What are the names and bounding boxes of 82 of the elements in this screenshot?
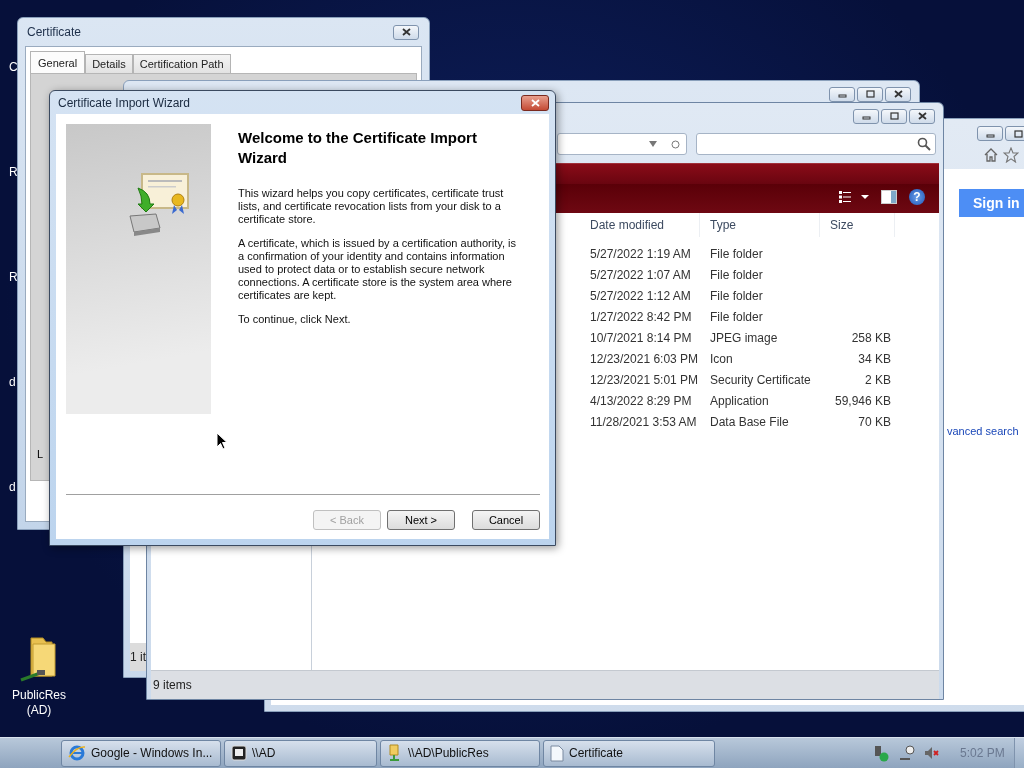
- close-button[interactable]: [885, 86, 911, 102]
- tab[interactable]: Details: [85, 54, 133, 73]
- wizard-paragraph: To continue, click Next.: [238, 313, 352, 326]
- preview-pane-icon[interactable]: [881, 189, 897, 204]
- maximize-icon: [887, 111, 901, 121]
- view-list-icon[interactable]: [839, 190, 869, 203]
- wizard-paragraph: This wizard helps you copy certificates, certificate trust lists, and certificate revocation lists from your disk to a certificate store.: [238, 187, 505, 226]
- refresh-icon[interactable]: [671, 139, 680, 149]
- date-cell-text: 12/23/2021 5:01 PM: [589, 372, 700, 387]
- tab[interactable]: General: [30, 51, 86, 73]
- size-cell-text: 2 KB: [864, 372, 892, 387]
- column-header[interactable]: Size: [820, 213, 895, 237]
- dropdown-arrow-icon[interactable]: [649, 141, 657, 147]
- address-bar[interactable]: [557, 133, 687, 155]
- desktop-icon-label: R: [9, 165, 18, 179]
- date-cell-text: 4/13/2022 8:29 PM: [589, 393, 693, 408]
- wizard-paragraph: A certificate, which is issued by a certification authority, is a confirmation of your identity and contains information used to protect data or to establish secure network connections. A certificate store is the system area where certificates are kept.: [238, 237, 517, 302]
- date-cell-text: 12/23/2021 6:03 PM: [589, 351, 700, 366]
- minimize-button[interactable]: [977, 126, 1003, 141]
- panel-text: L: [37, 448, 44, 460]
- window-title: Certificate: [27, 25, 82, 39]
- type-cell-text: File folder: [709, 246, 764, 261]
- type-cell-text: Security Certificate: [709, 372, 812, 387]
- taskbar-button[interactable]: Google - Windows In...: [61, 739, 221, 767]
- date-cell-text: 1/27/2022 8:42 PM: [589, 309, 693, 324]
- home-icon[interactable]: [983, 147, 999, 163]
- minimize-button[interactable]: [853, 108, 879, 124]
- date-cell-text: 5/27/2022 1:12 AM: [589, 288, 692, 303]
- wizard-heading: Welcome to the Certificate Import Wizard: [238, 128, 478, 168]
- close-button[interactable]: [393, 24, 419, 40]
- tab[interactable]: Certification Path: [132, 54, 231, 73]
- date-cell-text: 5/27/2022 1:19 AM: [589, 246, 692, 261]
- maximize-icon: [1011, 128, 1024, 139]
- desktop-icon-label: d: [9, 375, 16, 389]
- close-button[interactable]: [909, 108, 935, 124]
- taskbar-button[interactable]: \\AD\PublicRes: [380, 739, 540, 767]
- type-cell-text: File folder: [709, 288, 764, 303]
- help-button[interactable]: ?: [909, 188, 925, 205]
- type-cell-text: Icon: [709, 351, 734, 366]
- desktop-icon-label: d: [9, 480, 16, 494]
- cursor-icon: [216, 432, 228, 450]
- close-button[interactable]: [521, 94, 549, 111]
- type-cell-text: Data Base File: [709, 414, 790, 429]
- advanced-search-link[interactable]: vanced search: [947, 425, 1024, 437]
- size-cell-text: 70 KB: [857, 414, 892, 429]
- type-cell-text: JPEG image: [709, 330, 779, 345]
- item-count: 1 it: [130, 650, 146, 664]
- date-cell-text: 11/28/2021 3:53 AM: [589, 414, 698, 429]
- connection-icon[interactable]: [898, 744, 916, 762]
- minimize-button[interactable]: [829, 86, 855, 102]
- size-cell-text: 34 KB: [857, 351, 892, 366]
- column-header[interactable]: Type: [700, 213, 820, 237]
- size-cell-text: 59,946 KB: [833, 393, 892, 408]
- taskbar-button[interactable]: Certificate: [543, 739, 715, 767]
- wizard-button[interactable]: Next >: [387, 510, 455, 530]
- maximize-button[interactable]: [1005, 126, 1024, 141]
- show-desktop-button[interactable]: [1014, 737, 1024, 768]
- maximize-button[interactable]: [857, 86, 883, 102]
- window-title: Certificate Import Wizard: [58, 95, 191, 110]
- date-cell-text: 10/7/2021 8:14 PM: [589, 330, 693, 345]
- column-header[interactable]: Date modified: [580, 213, 700, 237]
- muted-speaker-icon[interactable]: [924, 746, 940, 760]
- desktop-icon-label[interactable]: PublicRes (AD): [9, 688, 69, 718]
- maximize-icon: [863, 89, 877, 99]
- wizard-button[interactable]: Cancel: [472, 510, 540, 530]
- browser-icon: [68, 744, 86, 762]
- maximize-button[interactable]: [881, 108, 907, 124]
- type-cell-text: File folder: [709, 309, 764, 324]
- type-cell-text: Application: [709, 393, 770, 408]
- taskbar-button[interactable]: \\AD: [224, 739, 377, 767]
- search-field[interactable]: [696, 133, 936, 155]
- size-cell-text: 258 KB: [850, 330, 892, 345]
- search-icon: [917, 137, 931, 151]
- desktop-icon-label: C: [9, 60, 18, 74]
- type-cell-text: File folder: [709, 267, 764, 282]
- desktop-icon-label: R: [9, 270, 18, 284]
- star-icon[interactable]: [1003, 147, 1019, 163]
- item-count: 9 items: [153, 678, 192, 692]
- document-icon: [550, 744, 564, 762]
- date-cell-text: 5/27/2022 1:07 AM: [589, 267, 692, 282]
- terminal-icon: [231, 745, 247, 761]
- network-icon[interactable]: [872, 744, 890, 762]
